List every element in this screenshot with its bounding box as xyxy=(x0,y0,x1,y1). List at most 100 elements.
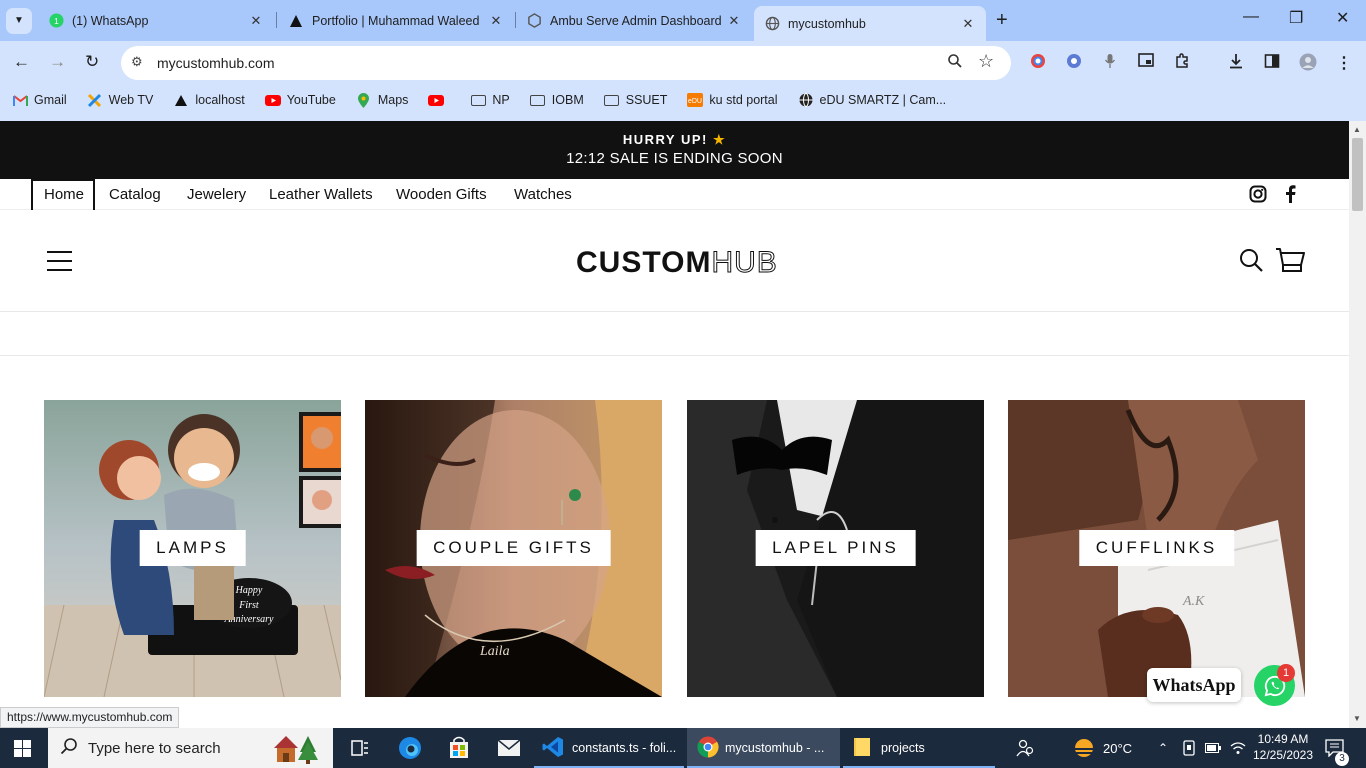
announcement-hurry: HURRY UP! xyxy=(622,132,708,147)
close-icon[interactable]: ✕ xyxy=(248,13,264,29)
taskbar-chrome[interactable]: mycustomhub - ... xyxy=(687,728,840,768)
whatsapp-chat-label[interactable]: WhatsApp xyxy=(1147,668,1241,702)
tab-whatsapp[interactable]: 1 (1) WhatsApp ✕ xyxy=(38,6,274,35)
window-close-icon[interactable]: ✕ xyxy=(1336,8,1349,28)
battery-icon[interactable] xyxy=(1205,728,1221,768)
nav-watches[interactable]: Watches xyxy=(514,186,572,203)
nav-leather-wallets[interactable]: Leather Wallets xyxy=(269,186,373,203)
taskbar-item-label: mycustomhub - ... xyxy=(725,741,825,755)
windows-start-icon[interactable] xyxy=(14,740,31,757)
profile-avatar[interactable] xyxy=(1298,53,1318,76)
system-clock[interactable]: 10:49 AM 12/25/2023 xyxy=(1252,731,1314,763)
side-panel-icon[interactable] xyxy=(1262,53,1282,74)
tab-ambu-serve[interactable]: Ambu Serve Admin Dashboard ✕ xyxy=(516,6,752,35)
cart-icon[interactable] xyxy=(1275,247,1305,273)
bookmark-gmail[interactable]: Gmail xyxy=(12,93,67,107)
zoom-icon[interactable] xyxy=(947,53,963,74)
nav-jewelery[interactable]: Jewelery xyxy=(187,186,246,203)
folder-icon xyxy=(530,93,546,107)
taskbar-search[interactable]: Type here to search xyxy=(48,728,333,768)
facebook-icon[interactable] xyxy=(1284,185,1296,208)
site-settings-icon[interactable]: ⚙ xyxy=(131,54,143,70)
people-icon[interactable] xyxy=(1016,728,1034,768)
close-icon[interactable]: ✕ xyxy=(960,16,976,32)
instagram-icon[interactable] xyxy=(1249,185,1267,208)
bookmark-web-tv[interactable]: Web TV xyxy=(87,93,153,107)
search-icon[interactable] xyxy=(1239,248,1263,272)
clock-time: 10:49 AM xyxy=(1257,732,1309,746)
store-icon[interactable] xyxy=(448,736,470,765)
bookmark-star-icon[interactable]: ☆ xyxy=(978,51,994,72)
bookmark-folder-np[interactable]: NP xyxy=(470,93,510,107)
bookmark-folder-ssuet[interactable]: SSUET xyxy=(604,93,667,107)
mail-icon[interactable] xyxy=(497,738,521,763)
folder-icon xyxy=(470,93,486,107)
edge-icon[interactable] xyxy=(398,736,422,765)
announcement-bar[interactable]: HURRY UP! ★ 12:12 SALE IS ENDING SOON xyxy=(0,121,1349,179)
tray-chevron-up-icon[interactable]: ⌃ xyxy=(1158,728,1168,768)
device-icon[interactable] xyxy=(1182,728,1196,768)
address-bar[interactable]: ⚙ mycustomhub.com ☆ xyxy=(121,46,1011,80)
forward-icon[interactable]: → xyxy=(49,52,66,72)
close-icon[interactable]: ✕ xyxy=(726,13,742,29)
svg-text:eDU: eDU xyxy=(688,98,702,105)
bookmark-youtube-2[interactable] xyxy=(428,93,450,107)
address-url[interactable]: mycustomhub.com xyxy=(157,55,274,71)
restore-icon[interactable]: ❐ xyxy=(1289,8,1303,28)
globe-icon xyxy=(798,93,814,107)
wifi-icon[interactable] xyxy=(1230,728,1246,768)
notification-center-icon[interactable]: 3 xyxy=(1325,728,1349,768)
download-icon[interactable] xyxy=(1226,53,1246,74)
chevron-down-icon: ▼ xyxy=(14,15,24,26)
bookmark-localhost[interactable]: localhost xyxy=(173,93,245,107)
scroll-down-icon[interactable]: ▼ xyxy=(1353,714,1361,723)
hamburger-menu-icon[interactable] xyxy=(47,251,72,278)
taskbar-vscode[interactable]: constants.ts - foli... xyxy=(534,728,684,768)
new-tab-button[interactable]: + xyxy=(996,9,1008,32)
taskbar-item-label: projects xyxy=(881,741,925,755)
tab-search-button[interactable]: ▼ xyxy=(6,7,32,34)
taskbar-item-label: constants.ts - foli... xyxy=(572,741,677,755)
tab-mycustomhub[interactable]: mycustomhub ✕ xyxy=(754,6,986,41)
top-navigation: Home Catalog Jewelery Leather Wallets Wo… xyxy=(0,179,1349,210)
reload-icon[interactable]: ↻ xyxy=(85,52,99,72)
picture-in-picture-icon[interactable] xyxy=(1136,53,1156,72)
collection-card-lapel-pins[interactable]: LAPEL PINS xyxy=(687,400,984,697)
extension-icon[interactable] xyxy=(1064,53,1084,74)
weather-icon[interactable] xyxy=(1070,728,1098,768)
bookmark-folder-iobm[interactable]: IOBM xyxy=(530,93,584,107)
color-extension-icon[interactable] xyxy=(1028,53,1048,74)
collection-card-lamps[interactable]: Happy First Anniversary LAMPS xyxy=(44,400,341,697)
bookmark-ku-std-portal[interactable]: eDU ku std portal xyxy=(687,93,778,107)
collection-label: LAMPS xyxy=(139,530,246,566)
scrollbar-thumb[interactable] xyxy=(1352,138,1363,211)
bookmark-youtube[interactable]: YouTube xyxy=(264,93,336,107)
windows-taskbar: Type here to search constants.ts - foli.… xyxy=(0,728,1366,768)
site-logo[interactable]: CUSTOMHUB xyxy=(576,246,778,280)
bookmark-edu-smartz[interactable]: eDU SMARTZ | Cam... xyxy=(798,93,946,107)
menu-kebab-icon[interactable]: ⋮ xyxy=(1334,53,1354,73)
minimize-icon[interactable]: — xyxy=(1243,8,1259,26)
youtube-icon xyxy=(264,93,281,107)
nav-catalog[interactable]: Catalog xyxy=(109,186,161,203)
tab-portfolio[interactable]: Portfolio | Muhammad Waleed ✕ xyxy=(278,6,514,35)
whatsapp-notification-badge: 1 xyxy=(1277,664,1295,682)
nav-home[interactable]: Home xyxy=(44,186,84,203)
vertical-scrollbar[interactable] xyxy=(1349,121,1366,728)
close-icon[interactable]: ✕ xyxy=(488,13,504,29)
scroll-up-icon[interactable]: ▲ xyxy=(1353,125,1361,134)
back-icon[interactable]: ← xyxy=(13,52,30,72)
tab-title: Ambu Serve Admin Dashboard xyxy=(550,13,722,28)
extensions-puzzle-icon[interactable] xyxy=(1172,53,1192,74)
collection-label: COUPLE GIFTS xyxy=(416,530,611,566)
weather-temperature[interactable]: 20°C xyxy=(1103,728,1132,768)
bookmark-maps[interactable]: Maps xyxy=(356,92,408,108)
task-view-icon[interactable] xyxy=(350,738,370,763)
collection-card-couple-gifts[interactable]: Laila COUPLE GIFTS xyxy=(365,400,662,697)
taskbar-projects-folder[interactable]: projects xyxy=(843,728,995,768)
collection-card-cufflinks[interactable]: A.K CUFFLINKS xyxy=(1008,400,1305,697)
gmail-icon xyxy=(12,93,28,107)
nav-wooden-gifts[interactable]: Wooden Gifts xyxy=(396,186,487,203)
microphone-icon[interactable] xyxy=(1100,53,1120,74)
collection-label: CUFFLINKS xyxy=(1078,530,1235,566)
